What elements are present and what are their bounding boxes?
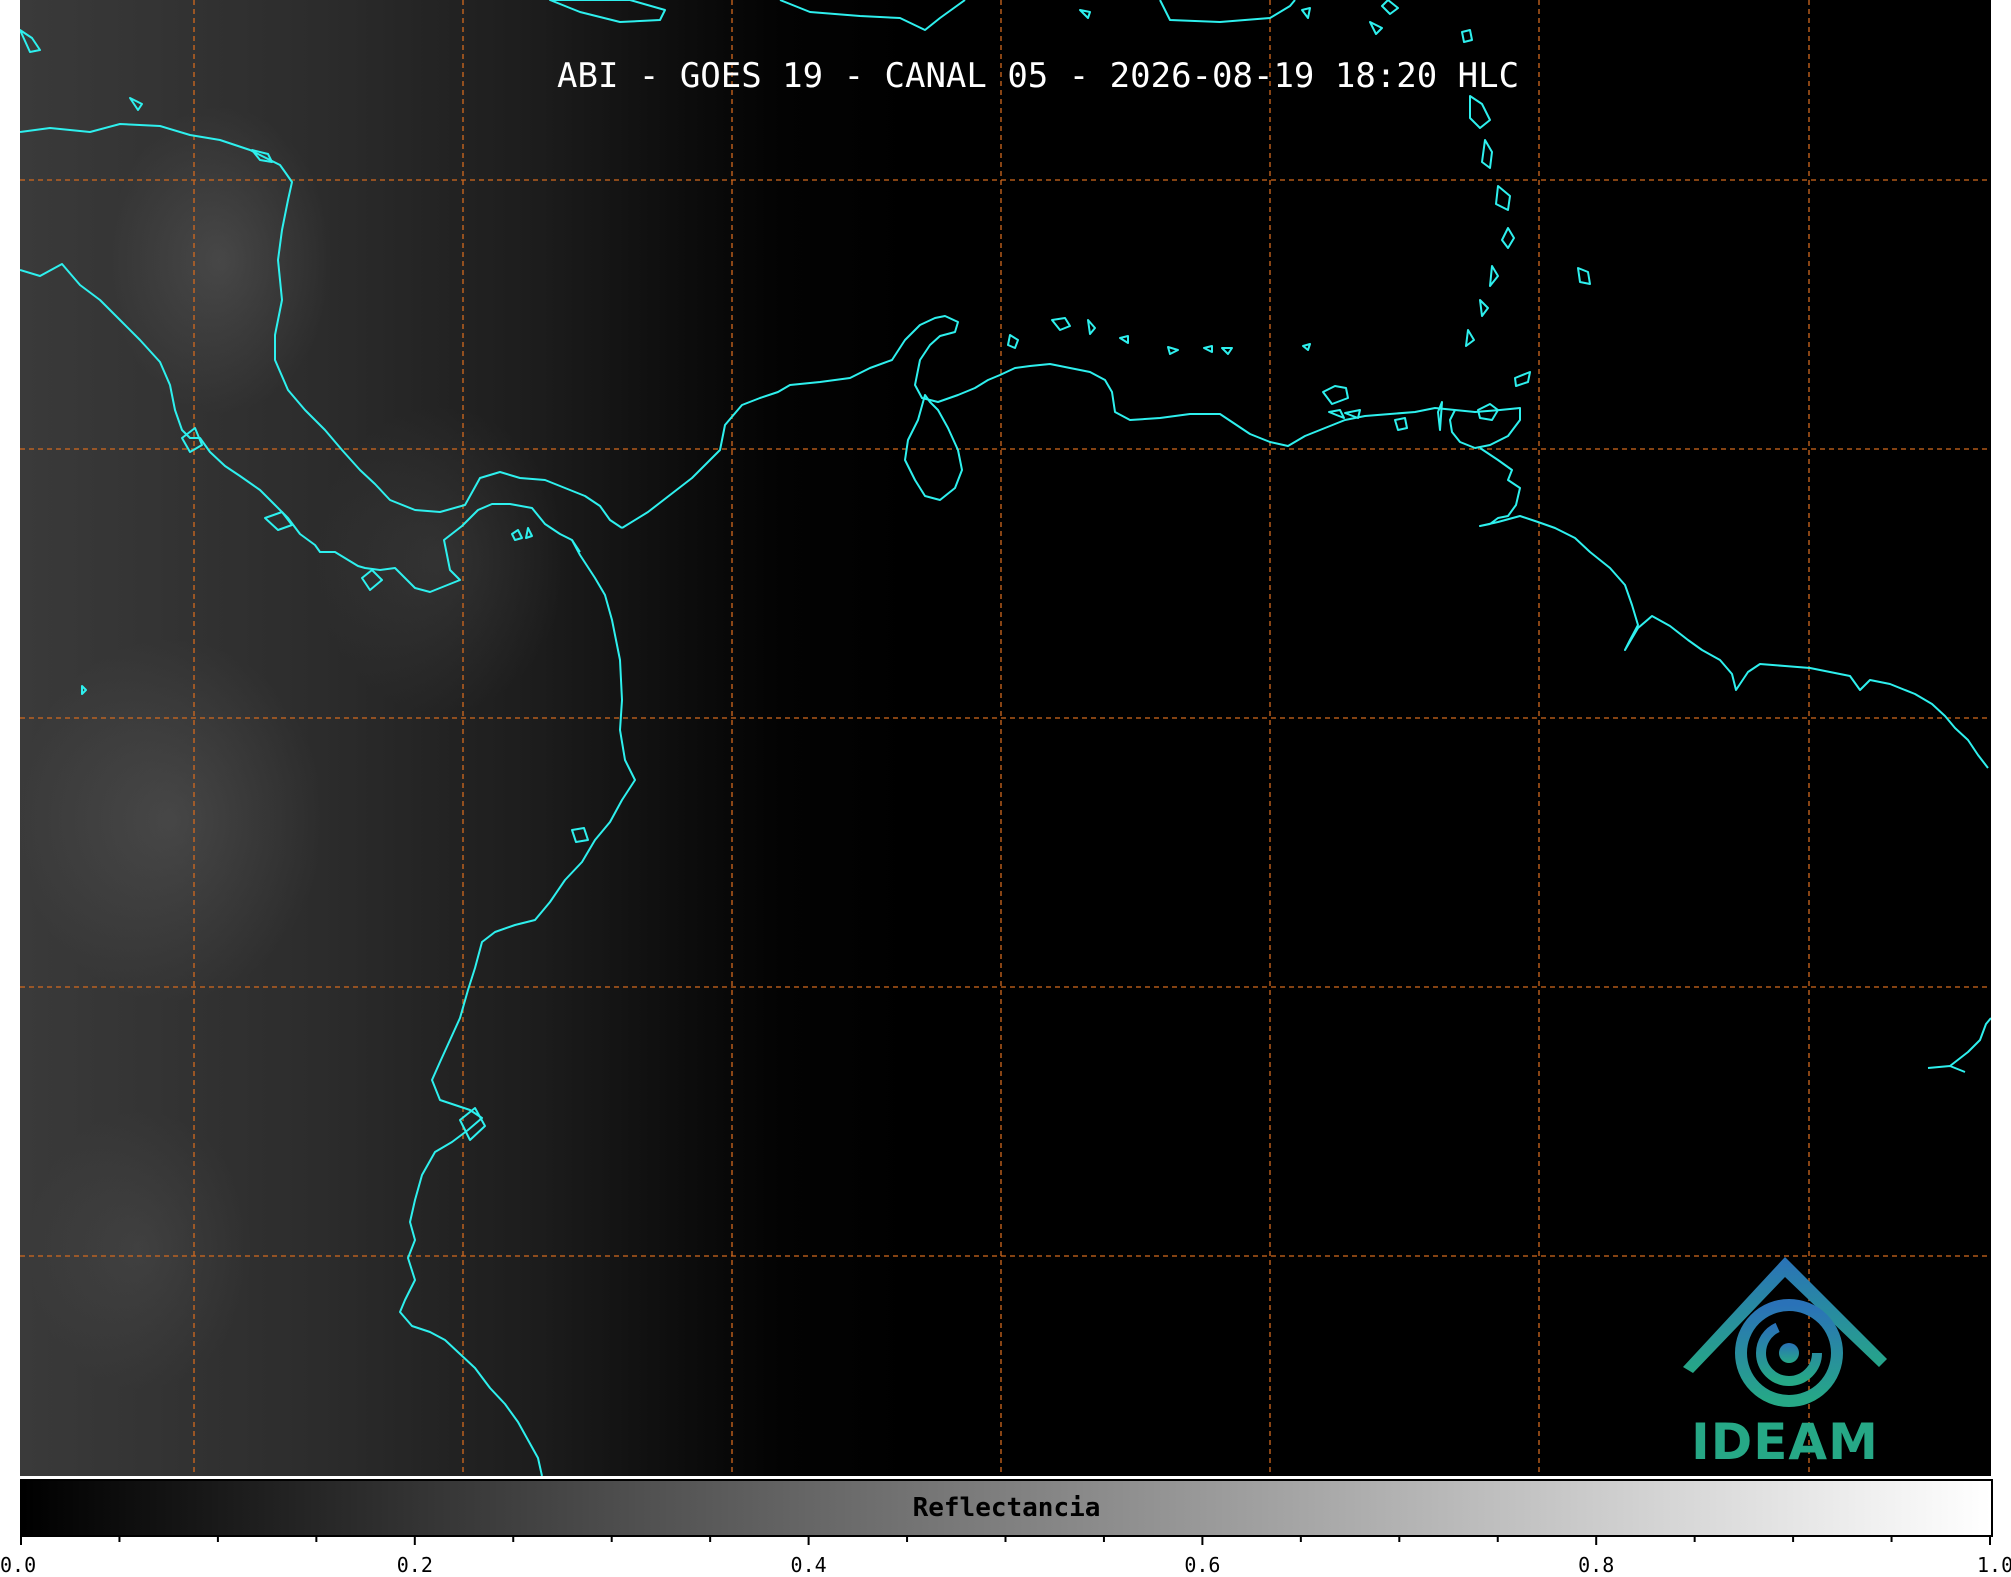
ideam-logo-icon: [1683, 1257, 1887, 1407]
colorbar-tick-label: 1.0: [1977, 1553, 2011, 1577]
colorbar-ticks: [20, 1535, 1991, 1545]
ideam-logo-text: IDEAM: [1691, 1413, 1879, 1471]
colorbar-tick-label: 0.0: [0, 1553, 37, 1577]
ideam-logo: IDEAM: [1665, 1255, 1905, 1475]
colorbar-axis: 0.0 0.2 0.4 0.6 0.8 1.0: [0, 1535, 2011, 1577]
satellite-figure: ABI - GOES 19 - CANAL 05 - 2026-08-19 18…: [0, 0, 2011, 1577]
colorbar-tick-label: 0.4: [790, 1553, 827, 1577]
satellite-map: ABI - GOES 19 - CANAL 05 - 2026-08-19 18…: [20, 0, 1991, 1476]
colorbar-tick-label: 0.8: [1578, 1553, 1615, 1577]
colorbar-tick-label: 0.2: [396, 1553, 433, 1577]
map-title: ABI - GOES 19 - CANAL 05 - 2026-08-19 18…: [557, 56, 1520, 96]
colorbar-label: Reflectancia: [912, 1493, 1101, 1523]
colorbar: Reflectancia: [20, 1479, 1993, 1537]
colorbar-tick-label: 0.6: [1184, 1553, 1221, 1577]
